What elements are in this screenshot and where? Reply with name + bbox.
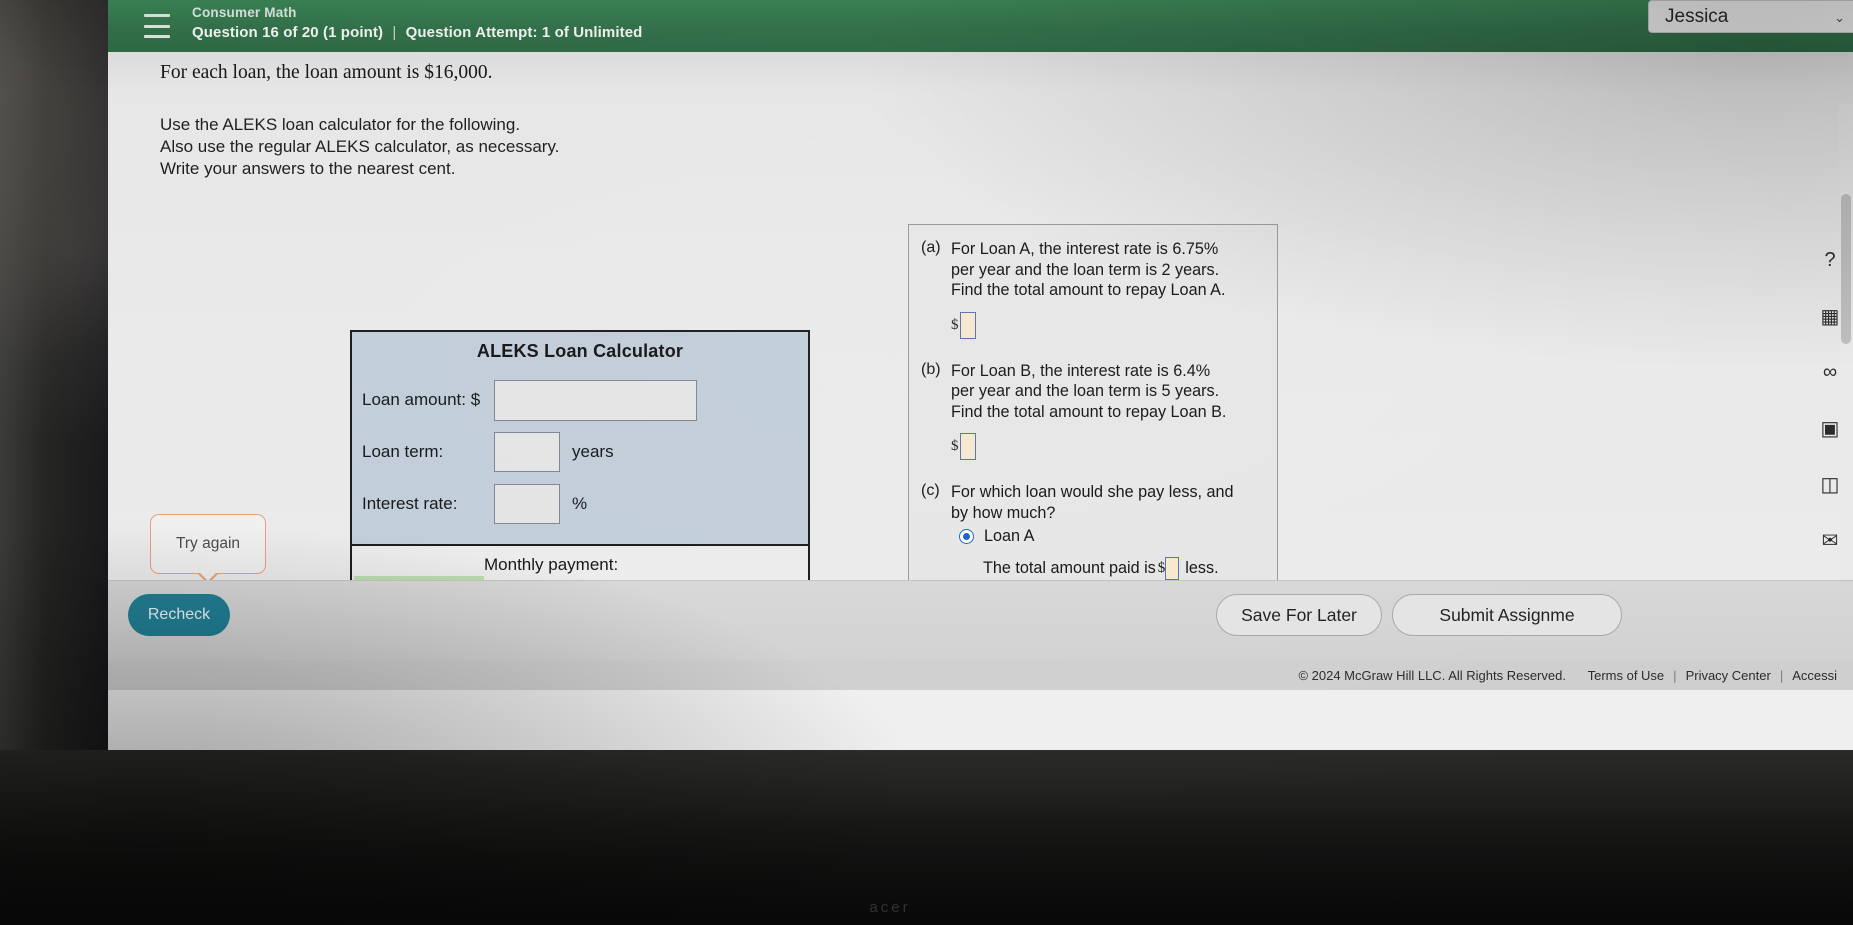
- part-a-line-2: per year and the loan term is 2 years.: [951, 260, 1220, 279]
- radio-loan-a-label: Loan A: [984, 527, 1035, 545]
- privacy-center-link[interactable]: Privacy Center: [1686, 668, 1771, 683]
- course-title: Consumer Math: [192, 5, 297, 20]
- try-again-label: Try again: [175, 535, 241, 552]
- part-b-line-1: For Loan B, the interest rate is 6.4%: [951, 361, 1211, 380]
- part-b-line-3: Find the total amount to repay Loan B.: [951, 402, 1227, 421]
- legal-footer: © 2024 McGraw Hill LLC. All Rights Reser…: [108, 660, 1853, 690]
- radio-option-loan-a[interactable]: Loan A: [959, 527, 1265, 546]
- monitor-photo: Consumer Math Question 16 of 20 (1 point…: [0, 0, 1853, 925]
- part-a-line-3: Find the total amount to repay Loan A.: [951, 281, 1226, 299]
- loan-amount-label: Loan amount: $: [362, 390, 481, 409]
- part-c-text: For which loan would she pay less, and b…: [951, 482, 1234, 523]
- part-c-line-1: For which loan would she pay less, and: [951, 483, 1234, 501]
- question-progress: Question 16 of 20 (1 point): [192, 24, 384, 41]
- part-c-difference-post: less.: [1185, 559, 1219, 577]
- part-b-text: For Loan B, the interest rate is 6.4% pe…: [951, 361, 1226, 423]
- user-name: Jessica: [1665, 6, 1729, 27]
- part-a-answer-row: $: [951, 311, 1265, 339]
- part-c-difference-pre: The total amount paid is: [983, 559, 1156, 577]
- loan-amount-input[interactable]: [494, 379, 697, 421]
- loan-term-row: Loan term: years: [352, 426, 808, 478]
- question-attempt: Question Attempt: 1 of Unlimited: [405, 24, 643, 41]
- hamburger-menu-icon[interactable]: [144, 14, 170, 38]
- part-c-currency: $: [1157, 560, 1166, 576]
- part-a-text: For Loan A, the interest rate is 6.75% p…: [951, 239, 1225, 301]
- part-b-tag: (b): [921, 360, 941, 378]
- part-a-tag: (a): [921, 239, 941, 256]
- loan-term-label: Loan term:: [362, 442, 444, 461]
- scrollbar-thumb[interactable]: [1841, 194, 1851, 344]
- part-c-difference-input[interactable]: [1165, 557, 1180, 580]
- part-a-line-1: For Loan A, the interest rate is 6.75%: [951, 240, 1219, 258]
- legal-sep-3: |: [1779, 667, 1784, 683]
- stem-line-1: For each loan, the loan amount is $16,00…: [160, 62, 493, 83]
- action-bar: Recheck Save For Later Submit Assignme: [108, 580, 1853, 660]
- aleks-loan-calculator: ALEKS Loan Calculator Loan amount: $ Loa…: [350, 330, 810, 588]
- terms-of-use-link[interactable]: Terms of Use: [1588, 668, 1665, 683]
- header-separator: |: [392, 24, 397, 41]
- part-b-line-2: per year and the loan term is 5 years.: [951, 382, 1220, 400]
- question-part-b: (b) For Loan B, the interest rate is 6.4…: [921, 361, 1265, 423]
- stem-line-2: Use the ALEKS loan calculator for the fo…: [160, 115, 521, 134]
- stem-line-4: Write your answers to the nearest cent.: [160, 159, 456, 178]
- question-progress-bar: Question 16 of 20 (1 point) | Question A…: [192, 24, 642, 41]
- recheck-button[interactable]: Recheck: [128, 594, 230, 636]
- problem-stem: For each loan, the loan amount is $16,00…: [160, 62, 1060, 180]
- loan-amount-row: Loan amount: $: [352, 374, 808, 426]
- legal-sep-1: [1566, 668, 1588, 683]
- calculator-title: ALEKS Loan Calculator: [476, 341, 684, 361]
- question-body: For each loan, the loan amount is $16,00…: [108, 52, 1853, 632]
- interest-rate-row: Interest rate: %: [352, 478, 808, 530]
- page-scrollbar[interactable]: [1839, 104, 1853, 632]
- screen: Consumer Math Question 16 of 20 (1 point…: [108, 0, 1853, 760]
- interest-rate-unit: %: [572, 494, 588, 513]
- part-c-tag: (c): [921, 482, 940, 499]
- try-again-callout: Try again: [150, 514, 266, 584]
- user-menu[interactable]: Jessica ⌄: [1648, 0, 1853, 33]
- submit-assignment-button[interactable]: Submit Assignme: [1392, 594, 1622, 636]
- interest-rate-input[interactable]: [494, 484, 560, 524]
- part-b-answer-input[interactable]: [959, 433, 976, 460]
- monitor-brand-logo: acer: [869, 899, 911, 916]
- accessibility-link[interactable]: Accessi: [1792, 668, 1837, 683]
- radio-loan-a-icon[interactable]: [959, 529, 974, 544]
- copyright-text: © 2024 McGraw Hill LLC. All Rights Reser…: [1298, 667, 1566, 683]
- monthly-payment-label: Monthly payment:: [484, 555, 619, 574]
- part-c-line-2: by how much?: [951, 503, 1056, 522]
- legal-sep-2: |: [1673, 667, 1677, 683]
- part-a-answer-input[interactable]: [959, 311, 976, 339]
- interest-rate-label: Interest rate:: [362, 494, 458, 513]
- part-b-currency: $: [951, 438, 959, 454]
- part-a-currency: $: [951, 316, 959, 333]
- loan-term-input[interactable]: [494, 432, 560, 472]
- part-c-difference-row: The total amount paid is $ less.: [983, 557, 1265, 580]
- question-part-c: (c) For which loan would she pay less, a…: [921, 482, 1265, 523]
- part-b-answer-row: $: [951, 433, 1265, 460]
- save-for-later-button[interactable]: Save For Later: [1216, 594, 1382, 636]
- stem-line-3: Also use the regular ALEKS calculator, a…: [160, 137, 560, 156]
- aleks-header: Consumer Math Question 16 of 20 (1 point…: [108, 0, 1853, 81]
- chevron-down-icon: ⌄: [1834, 10, 1845, 25]
- loan-term-unit: years: [572, 442, 614, 461]
- question-part-a: (a) For Loan A, the interest rate is 6.7…: [921, 239, 1265, 301]
- monitor-bezel-texture: [0, 0, 108, 560]
- question-panel: (a) For Loan A, the interest rate is 6.7…: [908, 224, 1278, 612]
